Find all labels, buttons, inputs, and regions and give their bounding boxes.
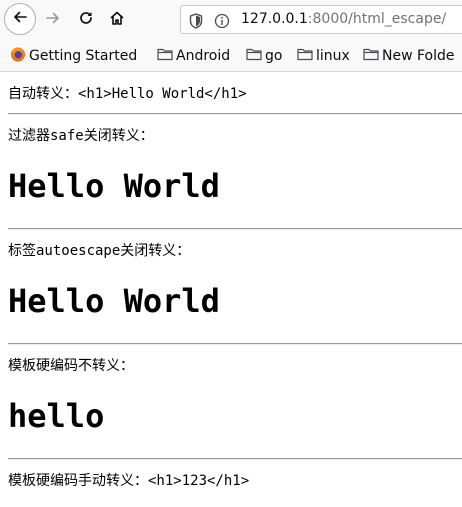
folder-icon (363, 47, 382, 65)
bookmark-label: Android (176, 48, 231, 64)
arrow-right-icon (45, 10, 61, 30)
arrow-left-icon (12, 9, 28, 29)
autoescape-value: <h1>Hello World</h1> (78, 86, 247, 102)
folder-icon (297, 47, 316, 65)
url-port: :8000 (307, 11, 349, 27)
bookmark-label: Getting Started (29, 48, 138, 64)
bookmark-label: linux (316, 48, 350, 64)
url-path: /html_escape/ (348, 11, 447, 27)
reload-button[interactable] (73, 7, 99, 33)
bookmark-label: go (265, 48, 283, 64)
folder-icon (246, 47, 265, 65)
shield-icon[interactable] (189, 12, 203, 33)
divider (8, 458, 462, 460)
divider (8, 113, 462, 115)
hardcoded-heading: hello (8, 397, 105, 435)
hardcoded-manual-escape-label: 模板硬编码手动转义： (8, 473, 148, 489)
folder-icon (157, 47, 176, 65)
bookmark-getting-started[interactable]: Getting Started (10, 45, 137, 67)
url-text[interactable]: 127.0.0.1:8000/html_escape/ (241, 6, 446, 33)
hardcoded-manual-escape-line: 模板硬编码手动转义：<h1>123</h1> (8, 472, 249, 490)
bookmark-folder-linux[interactable]: linux (297, 45, 350, 67)
bookmark-label: New Folde (382, 48, 455, 64)
firefox-icon (10, 46, 29, 66)
info-icon[interactable] (214, 12, 230, 33)
bookmark-folder-go[interactable]: go (246, 45, 282, 67)
autoescape-line: 自动转义：<h1>Hello World</h1> (8, 85, 247, 103)
hardcoded-no-escape-label: 模板硬编码不转义： (8, 358, 134, 374)
forward-button[interactable] (40, 7, 66, 33)
safe-filter-label: 过滤器safe关闭转义： (8, 128, 154, 144)
bookmark-folder-android[interactable]: Android (157, 45, 230, 67)
safe-filter-heading: Hello World (8, 167, 220, 205)
divider (8, 228, 462, 230)
back-button[interactable] (4, 3, 36, 35)
home-icon (109, 10, 125, 30)
browser-toolbar: 127.0.0.1:8000/html_escape/ (0, 0, 462, 40)
autoescape-tag-heading: Hello World (8, 282, 220, 320)
bookmarks-bar: Getting Started Android go linux New Fol… (0, 40, 462, 72)
home-button[interactable] (104, 7, 130, 33)
bookmark-folder-new-folder[interactable]: New Folde (363, 45, 455, 67)
hardcoded-manual-escape-value: <h1>123</h1> (148, 473, 250, 489)
autoescape-label: 自动转义： (8, 86, 78, 102)
divider (8, 343, 462, 345)
url-bar[interactable]: 127.0.0.1:8000/html_escape/ (180, 5, 462, 34)
autoescape-tag-label: 标签autoescape关闭转义： (8, 243, 191, 259)
reload-icon (78, 10, 94, 30)
url-host: 127.0.0.1 (241, 11, 308, 27)
